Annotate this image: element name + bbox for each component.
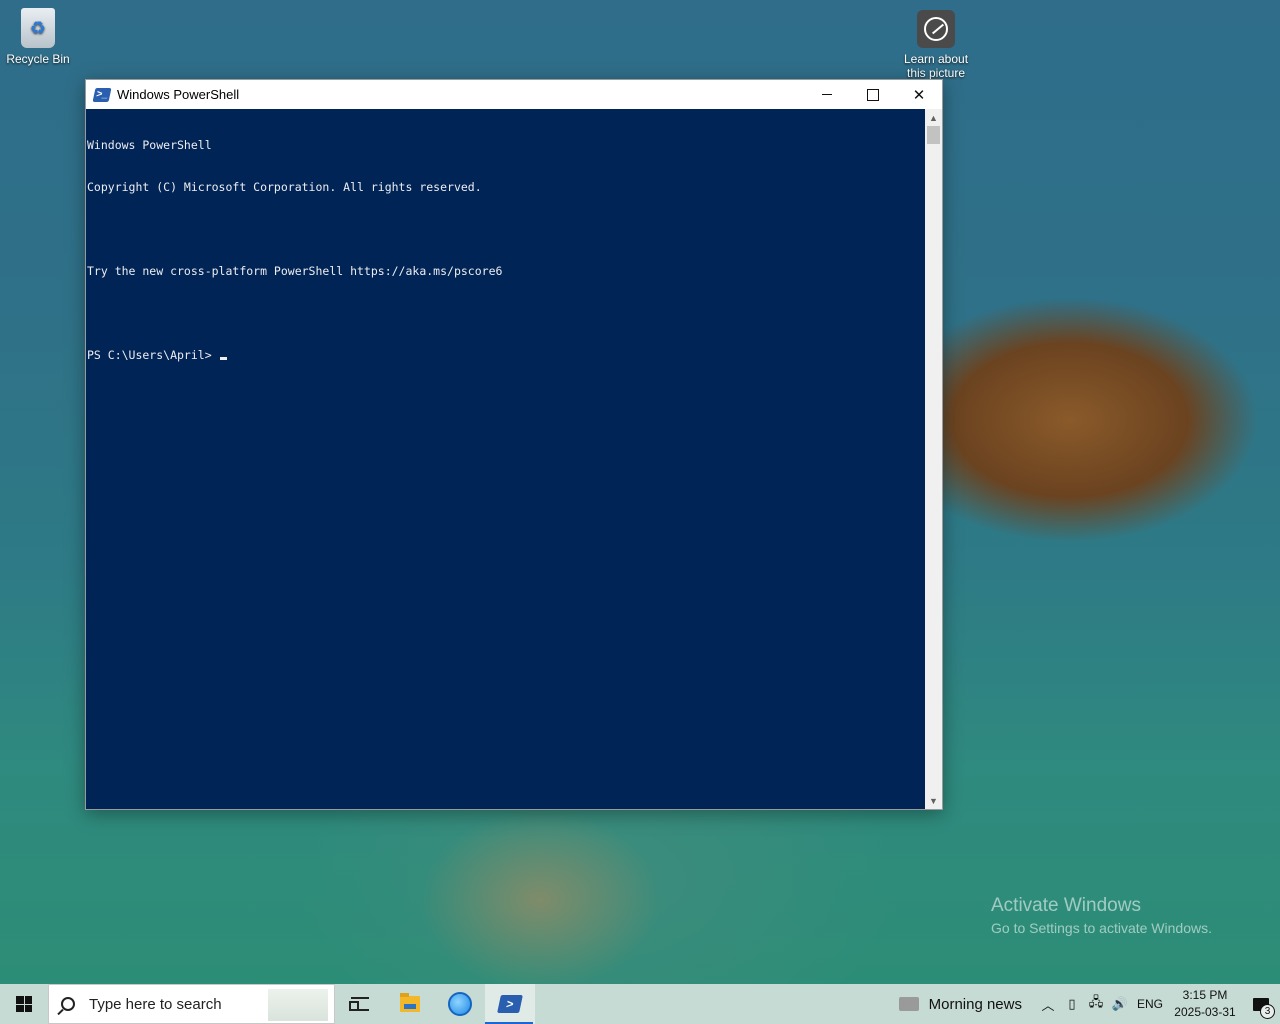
activate-title: Activate Windows bbox=[991, 895, 1141, 916]
learn-about-picture-desktop-icon[interactable]: Learn about this picture bbox=[898, 10, 974, 80]
powershell-taskbar-button[interactable]: > bbox=[485, 984, 535, 1024]
recycle-bin-label: Recycle Bin bbox=[6, 52, 70, 66]
system-tray: Morning news ︿ ▯ 🖧 🔊 ENG 3:15 PM 2025-03… bbox=[893, 984, 1280, 1024]
console-output[interactable]: Windows PowerShell Copyright (C) Microso… bbox=[86, 109, 926, 809]
network-icon[interactable]: 🖧 bbox=[1084, 993, 1108, 1015]
powershell-icon: >_ bbox=[92, 87, 112, 102]
text-cursor bbox=[219, 357, 227, 360]
browser-button[interactable] bbox=[435, 984, 485, 1024]
windows-logo-icon bbox=[16, 996, 32, 1012]
folder-icon bbox=[400, 993, 420, 1012]
clock-date: 2025-03-31 bbox=[1174, 1005, 1236, 1019]
window-titlebar[interactable]: >_ Windows PowerShell ✕ bbox=[86, 80, 942, 109]
show-hidden-icons-chevron-icon[interactable]: ︿ bbox=[1036, 995, 1060, 1014]
recycle-bin-desktop-icon[interactable]: ♻ Recycle Bin bbox=[0, 8, 76, 66]
file-explorer-button[interactable] bbox=[385, 984, 435, 1024]
scroll-down-arrow-icon[interactable]: ▼ bbox=[925, 792, 942, 809]
console-line: Windows PowerShell bbox=[87, 138, 212, 152]
prompt-line[interactable]: PS C:\Users\April> bbox=[87, 348, 926, 362]
scrollbar-thumb[interactable] bbox=[927, 126, 940, 144]
news-icon bbox=[898, 997, 919, 1011]
maximize-button[interactable] bbox=[850, 80, 896, 109]
task-view-icon bbox=[349, 997, 369, 1011]
search-icon bbox=[61, 997, 75, 1011]
volume-icon[interactable]: 🔊 bbox=[1108, 996, 1132, 1012]
search-highlight-image bbox=[268, 989, 328, 1021]
window-title: Windows PowerShell bbox=[117, 87, 240, 102]
device-icon[interactable]: ▯ bbox=[1060, 996, 1084, 1012]
action-center-button[interactable]: 3 bbox=[1242, 984, 1280, 1024]
browser-icon bbox=[448, 992, 472, 1016]
clock[interactable]: 3:15 PM 2025-03-31 bbox=[1168, 987, 1242, 1021]
close-button[interactable]: ✕ bbox=[896, 80, 942, 109]
activate-subtitle: Go to Settings to activate Windows. bbox=[991, 920, 1212, 936]
powershell-window[interactable]: >_ Windows PowerShell ✕ Windows PowerShe… bbox=[85, 79, 943, 810]
learn-about-picture-label: Learn about this picture bbox=[903, 52, 969, 80]
taskbar: Type here to search > Morning news ︿ ▯ 🖧… bbox=[0, 984, 1280, 1024]
prompt-text: PS C:\Users\April> bbox=[87, 348, 219, 362]
recycle-bin-icon: ♻ bbox=[21, 8, 55, 48]
notification-count-badge: 3 bbox=[1260, 1004, 1275, 1019]
activate-windows-watermark: Activate Windows Go to Settings to activ… bbox=[991, 895, 1212, 936]
vertical-scrollbar[interactable]: ▲ ▼ bbox=[925, 109, 942, 809]
task-view-button[interactable] bbox=[335, 984, 385, 1024]
scroll-up-arrow-icon[interactable]: ▲ bbox=[925, 109, 942, 126]
start-button[interactable] bbox=[0, 984, 48, 1024]
minimize-button[interactable] bbox=[804, 80, 850, 109]
console-line: Copyright (C) Microsoft Corporation. All… bbox=[87, 180, 482, 194]
camera-info-icon bbox=[917, 10, 955, 48]
taskbar-search-box[interactable]: Type here to search bbox=[48, 984, 335, 1024]
news-widget[interactable]: Morning news bbox=[893, 996, 1036, 1013]
language-indicator[interactable]: ENG bbox=[1132, 997, 1168, 1011]
console-line: Try the new cross-platform PowerShell ht… bbox=[87, 264, 503, 278]
powershell-icon: > bbox=[497, 995, 523, 1013]
news-label: Morning news bbox=[928, 995, 1022, 1013]
search-placeholder: Type here to search bbox=[89, 995, 222, 1013]
clock-time: 3:15 PM bbox=[1182, 988, 1228, 1002]
